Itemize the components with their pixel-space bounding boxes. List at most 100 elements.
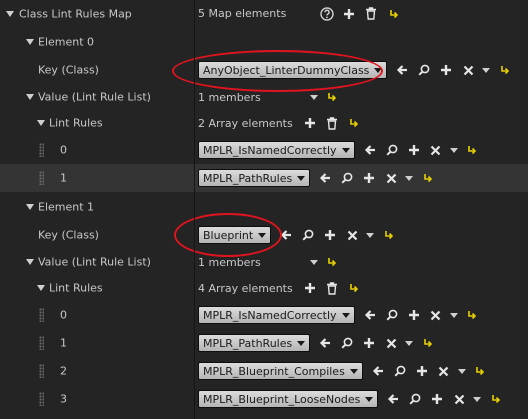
collapse-arrow-icon[interactable] <box>26 203 34 210</box>
browse-icon[interactable] <box>336 334 358 352</box>
add-icon[interactable] <box>358 334 380 352</box>
element-label: Element 0 <box>38 35 95 48</box>
add-icon[interactable] <box>319 226 341 244</box>
add-icon[interactable] <box>411 362 433 380</box>
add-icon[interactable] <box>403 306 425 324</box>
clear-icon[interactable] <box>341 226 363 244</box>
browse-icon[interactable] <box>336 169 358 187</box>
collapse-arrow-icon[interactable] <box>26 259 34 265</box>
key-label: Key (Class) <box>38 63 99 77</box>
reset-to-default-icon[interactable] <box>321 253 343 271</box>
use-selected-icon[interactable] <box>275 226 297 244</box>
reset-to-default-icon[interactable] <box>382 5 404 23</box>
browse-icon[interactable] <box>404 390 426 408</box>
browse-icon[interactable] <box>381 306 403 324</box>
add-icon[interactable] <box>426 390 448 408</box>
add-icon[interactable] <box>403 141 425 159</box>
reset-to-default-icon[interactable] <box>343 279 365 297</box>
key-menu-button[interactable] <box>479 61 493 79</box>
add-array-element-button[interactable] <box>299 279 321 297</box>
use-selected-icon[interactable] <box>314 169 336 187</box>
reset-to-default-icon[interactable] <box>461 306 483 324</box>
column-splitter[interactable] <box>194 0 195 419</box>
clear-icon[interactable] <box>380 334 402 352</box>
chevron-down-icon <box>405 340 414 346</box>
item-menu-button[interactable] <box>402 334 416 352</box>
key-class-dropdown[interactable]: AnyObject_LinterDummyClass <box>198 61 388 79</box>
reset-to-default-icon[interactable] <box>416 334 438 352</box>
drag-handle[interactable] <box>39 308 44 322</box>
clear-icon[interactable] <box>448 390 470 408</box>
key-class-dropdown[interactable]: Blueprint <box>198 226 272 244</box>
remove-all-button[interactable] <box>360 5 382 23</box>
browse-icon[interactable] <box>389 362 411 380</box>
combo-text: MPLR_Blueprint_LooseNodes <box>203 392 361 406</box>
reset-to-default-icon[interactable] <box>343 114 365 132</box>
clear-array-button[interactable] <box>321 114 343 132</box>
element-0-rules-row: Lint Rules 2 Array elements <box>0 110 528 136</box>
reset-to-default-icon[interactable] <box>461 141 483 159</box>
value-label: Value (Lint Rule List) <box>38 255 151 269</box>
clear-icon[interactable] <box>457 61 479 79</box>
members-count: 1 members <box>198 90 261 104</box>
drag-handle[interactable] <box>39 171 44 185</box>
clear-array-button[interactable] <box>321 279 343 297</box>
collapse-arrow-icon[interactable] <box>26 94 34 100</box>
clear-icon[interactable] <box>425 306 447 324</box>
lint-rule-dropdown[interactable]: MPLR_Blueprint_LooseNodes <box>198 390 379 408</box>
use-selected-icon[interactable] <box>314 334 336 352</box>
lint-rule-dropdown[interactable]: MPLR_Blueprint_Compiles <box>198 362 363 380</box>
item-menu-button[interactable] <box>455 362 469 380</box>
reset-to-default-icon[interactable] <box>493 61 515 79</box>
collapse-arrow-icon[interactable] <box>6 10 14 17</box>
item-menu-button[interactable] <box>402 169 416 187</box>
lint-rule-dropdown[interactable]: MPLR_PathRules <box>198 169 311 187</box>
clear-icon[interactable] <box>425 141 447 159</box>
item-menu-button[interactable] <box>447 141 461 159</box>
collapse-arrow-icon[interactable] <box>26 38 34 45</box>
lint-rule-dropdown[interactable]: MPLR_IsNamedCorrectly <box>198 141 355 159</box>
array-index: 1 <box>60 171 67 185</box>
use-selected-icon[interactable] <box>382 390 404 408</box>
reset-to-default-icon[interactable] <box>416 169 438 187</box>
add-icon[interactable] <box>435 61 457 79</box>
use-selected-icon[interactable] <box>359 141 381 159</box>
use-selected-icon[interactable] <box>359 306 381 324</box>
drag-handle[interactable] <box>39 336 44 350</box>
use-selected-icon[interactable] <box>367 362 389 380</box>
browse-icon[interactable] <box>413 61 435 79</box>
reset-to-default-icon[interactable] <box>469 362 491 380</box>
value-menu-button[interactable] <box>307 253 321 271</box>
array-count: 4 Array elements <box>198 281 293 295</box>
collapse-arrow-icon[interactable] <box>37 120 45 126</box>
key-menu-button[interactable] <box>363 226 377 244</box>
lint-rule-row-0-1: 1 MPLR_PathRules <box>0 164 528 192</box>
combo-text: Blueprint <box>203 228 254 242</box>
value-cell: Blueprint <box>198 221 399 249</box>
item-menu-button[interactable] <box>447 306 461 324</box>
reset-to-default-icon[interactable] <box>484 390 506 408</box>
drag-handle[interactable] <box>39 364 44 378</box>
use-selected-icon[interactable] <box>391 61 413 79</box>
reset-to-default-icon[interactable] <box>377 226 399 244</box>
chevron-down-icon <box>449 312 458 318</box>
value-menu-button[interactable] <box>307 88 321 106</box>
reset-to-default-icon[interactable] <box>321 88 343 106</box>
combo-text: MPLR_IsNamedCorrectly <box>203 308 337 322</box>
clear-icon[interactable] <box>380 169 402 187</box>
collapse-arrow-icon[interactable] <box>37 285 45 291</box>
drag-handle[interactable] <box>39 143 44 157</box>
lint-rule-dropdown[interactable]: MPLR_PathRules <box>198 334 311 352</box>
add-array-element-button[interactable] <box>299 114 321 132</box>
drag-handle[interactable] <box>39 392 44 406</box>
browse-icon[interactable] <box>381 141 403 159</box>
help-icon[interactable] <box>316 5 338 23</box>
item-menu-button[interactable] <box>470 390 484 408</box>
browse-icon[interactable] <box>297 226 319 244</box>
chevron-down-icon <box>405 175 414 181</box>
combo-text: MPLR_IsNamedCorrectly <box>203 143 337 157</box>
lint-rule-dropdown[interactable]: MPLR_IsNamedCorrectly <box>198 306 355 324</box>
add-element-button[interactable] <box>338 5 360 23</box>
clear-icon[interactable] <box>433 362 455 380</box>
add-icon[interactable] <box>358 169 380 187</box>
